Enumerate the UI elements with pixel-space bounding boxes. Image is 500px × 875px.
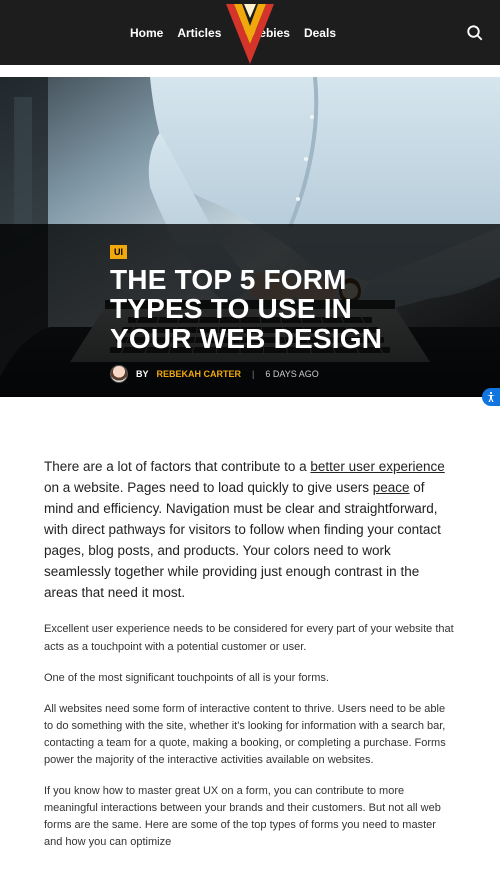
- hero-overlay: UI THE TOP 5 FORM TYPES TO USE IN YOUR W…: [0, 224, 500, 397]
- search-icon[interactable]: [466, 24, 484, 42]
- nav-home[interactable]: Home: [130, 26, 163, 40]
- author-avatar[interactable]: [110, 365, 128, 383]
- article-hero: UI THE TOP 5 FORM TYPES TO USE IN YOUR W…: [0, 77, 500, 397]
- link-peace[interactable]: peace: [373, 480, 410, 495]
- author-link[interactable]: REBEKAH CARTER: [157, 369, 242, 379]
- accessibility-icon[interactable]: [482, 388, 500, 406]
- article-title: THE TOP 5 FORM TYPES TO USE IN YOUR WEB …: [110, 265, 440, 353]
- lead-text: on a website. Pages need to load quickly…: [44, 480, 373, 495]
- publish-date: 6 DAYS AGO: [265, 369, 318, 379]
- byline-separator: |: [252, 369, 254, 379]
- site-header: Home Articles Freebies Deals: [0, 0, 500, 65]
- article-body: There are a lot of factors that contribu…: [0, 397, 500, 875]
- lead-paragraph: There are a lot of factors that contribu…: [44, 457, 456, 603]
- category-tag[interactable]: UI: [110, 245, 127, 259]
- paragraph: All websites need some form of interacti…: [44, 701, 456, 769]
- paragraph: Excellent user experience needs to be co…: [44, 621, 456, 655]
- byline: BY REBEKAH CARTER | 6 DAYS AGO: [110, 365, 460, 383]
- site-logo[interactable]: [226, 4, 274, 69]
- lead-text: There are a lot of factors that contribu…: [44, 459, 310, 474]
- paragraph: If you know how to master great UX on a …: [44, 783, 456, 851]
- paragraph: One of the most significant touchpoints …: [44, 670, 456, 687]
- nav-articles[interactable]: Articles: [177, 26, 221, 40]
- link-better-ux[interactable]: better user experience: [310, 459, 444, 474]
- lead-text: of mind and efficiency. Navigation must …: [44, 480, 441, 600]
- nav-deals[interactable]: Deals: [304, 26, 336, 40]
- by-prefix: BY: [136, 369, 149, 379]
